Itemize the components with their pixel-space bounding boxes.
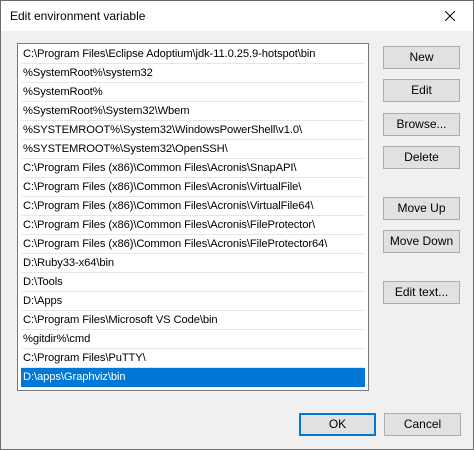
path-list-item[interactable]: D:\Ruby33-x64\bin [21,254,365,273]
path-list-item[interactable]: C:\Program Files (x86)\Common Files\Acro… [21,235,365,254]
path-list-item[interactable]: D:\Tools [21,273,365,292]
path-list-item[interactable]: C:\Program Files (x86)\Common Files\Acro… [21,197,365,216]
path-list-item[interactable]: C:\Program Files (x86)\Common Files\Acro… [21,216,365,235]
path-list-item[interactable]: C:\Program Files\PuTTY\ [21,349,365,368]
path-list-item[interactable]: %SYSTEMROOT%\System32\WindowsPowerShell\… [21,121,365,140]
path-list-item[interactable]: %SystemRoot%\system32 [21,64,365,83]
browse-button[interactable]: Browse... [383,113,460,136]
path-list[interactable]: C:\Program Files\Eclipse Adoptium\jdk-11… [17,43,369,391]
edit-button[interactable]: Edit [383,79,460,102]
path-list-item[interactable]: %SystemRoot% [21,83,365,102]
path-list-item[interactable]: %SYSTEMROOT%\System32\OpenSSH\ [21,140,365,159]
window-title: Edit environment variable [10,9,146,23]
path-list-item[interactable]: C:\Program Files (x86)\Common Files\Acro… [21,178,365,197]
close-icon [445,11,455,21]
close-button[interactable] [427,1,473,31]
ok-button[interactable]: OK [299,413,376,436]
edit-text-button[interactable]: Edit text... [383,281,460,304]
new-button[interactable]: New [383,46,460,69]
path-list-item[interactable]: D:\Apps [21,292,365,311]
path-list-item-selected[interactable]: D:\apps\Graphviz\bin [21,368,365,387]
edit-environment-variable-dialog: Edit environment variable C:\Program Fil… [0,0,474,450]
path-list-item[interactable]: %SystemRoot%\System32\Wbem [21,102,365,121]
path-list-item[interactable]: C:\Program Files\Microsoft VS Code\bin [21,311,365,330]
delete-button[interactable]: Delete [383,146,460,169]
move-down-button[interactable]: Move Down [383,230,460,253]
path-list-item[interactable]: C:\Program Files\Eclipse Adoptium\jdk-11… [21,45,365,64]
title-bar: Edit environment variable [1,1,473,31]
path-list-item[interactable]: C:\Program Files (x86)\Common Files\Acro… [21,159,365,178]
cancel-button[interactable]: Cancel [384,413,461,436]
move-up-button[interactable]: Move Up [383,197,460,220]
path-list-item[interactable]: %gitdir%\cmd [21,330,365,349]
